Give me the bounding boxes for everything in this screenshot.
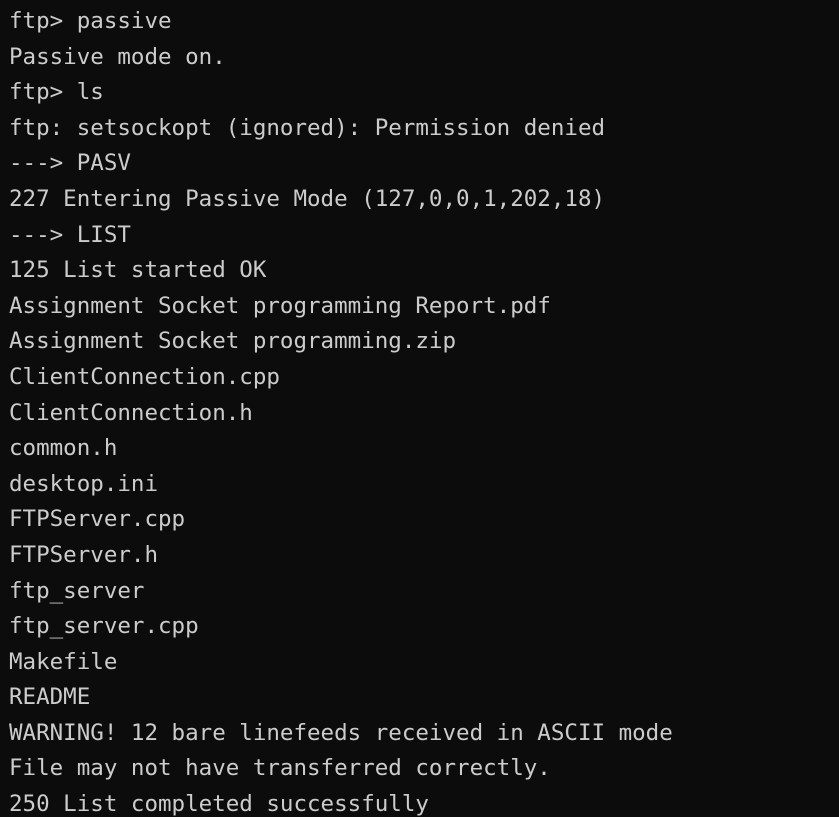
terminal-line-command: ftp> ls <box>9 79 104 106</box>
warning-message: WARNING! 12 bare linefeeds received in A… <box>9 719 673 746</box>
terminal-output[interactable]: ftp> passive Passive mode on. ftp> ls ft… <box>0 0 839 817</box>
file-list-item: Assignment Socket programming.zip <box>9 328 457 355</box>
file-list-item: ftp_server <box>9 577 145 604</box>
file-list-item: ftp_server.cpp <box>9 613 199 640</box>
file-list-item: ClientConnection.h <box>9 399 253 426</box>
terminal-line: ftp: setsockopt (ignored): Permission de… <box>9 114 606 141</box>
file-list-item: Makefile <box>9 648 118 675</box>
file-list-item: desktop.ini <box>9 470 159 497</box>
terminal-line: 125 List started OK <box>9 257 267 284</box>
file-list-item: README <box>9 684 91 711</box>
terminal-line: ---> PASV <box>9 150 131 177</box>
file-list-item: ClientConnection.cpp <box>9 363 280 390</box>
terminal-line: Passive mode on. <box>9 43 226 70</box>
terminal-line-command: ftp> passive <box>9 8 172 34</box>
terminal-line: 227 Entering Passive Mode (127,0,0,1,202… <box>9 185 606 212</box>
terminal-line: ---> LIST <box>9 221 131 248</box>
file-list-item: FTPServer.cpp <box>9 506 186 533</box>
file-list-item: common.h <box>9 435 118 462</box>
warning-message: File may not have transferred correctly. <box>9 755 551 782</box>
file-list-item: FTPServer.h <box>9 541 159 568</box>
file-list-item: Assignment Socket programming Report.pdf <box>9 292 551 319</box>
status-message: 250 List completed successfully <box>9 791 429 817</box>
